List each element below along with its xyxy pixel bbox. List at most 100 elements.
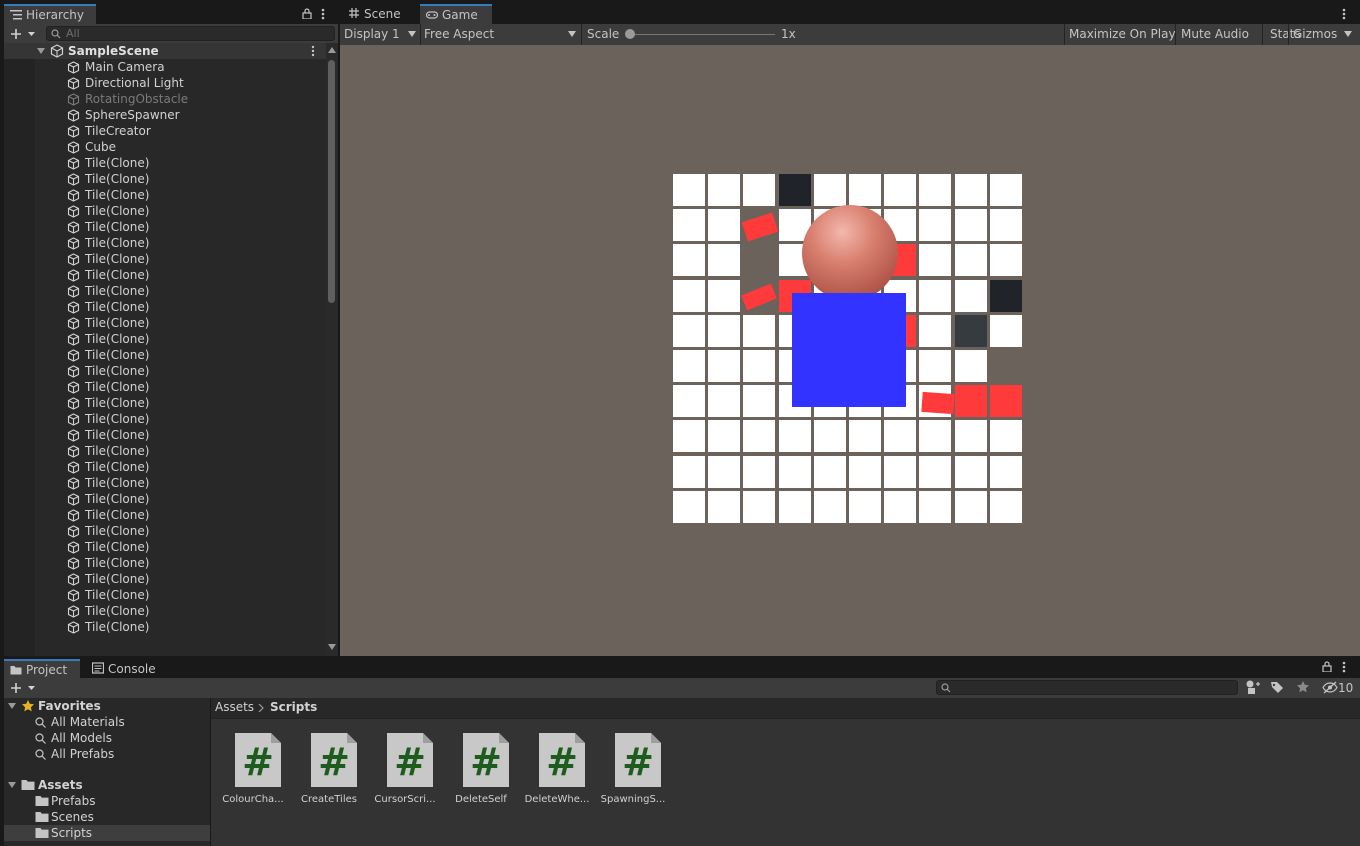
gizmos-toggle[interactable]: Gizmos xyxy=(1293,24,1337,45)
lock-icon[interactable] xyxy=(302,8,312,19)
assets-row[interactable]: Assets xyxy=(4,777,210,793)
hierarchy-item[interactable]: Tile(Clone) xyxy=(4,475,326,491)
script-asset[interactable]: # DeleteSelf xyxy=(443,732,519,812)
tab-game[interactable]: Game xyxy=(420,4,492,24)
hierarchy-item[interactable]: TileCreator xyxy=(4,123,326,139)
caret-down-icon[interactable] xyxy=(37,47,45,55)
scene-header-row[interactable]: SampleScene xyxy=(4,43,326,59)
script-asset[interactable]: # ColourCha... xyxy=(215,732,291,812)
hierarchy-item-label: TileCreator xyxy=(85,124,151,138)
hierarchy-item[interactable]: Tile(Clone) xyxy=(4,251,326,267)
hierarchy-item[interactable]: Tile(Clone) xyxy=(4,395,326,411)
hierarchy-item[interactable]: Tile(Clone) xyxy=(4,587,326,603)
hierarchy-item[interactable]: Tile(Clone) xyxy=(4,523,326,539)
script-asset[interactable]: # DeleteWhe... xyxy=(519,732,595,812)
hierarchy-item[interactable]: Tile(Clone) xyxy=(4,411,326,427)
hierarchy-item[interactable]: Tile(Clone) xyxy=(4,171,326,187)
scene-kebab-icon[interactable] xyxy=(311,45,315,57)
create-dropdown[interactable] xyxy=(10,26,40,42)
hierarchy-item[interactable]: Directional Light xyxy=(4,75,326,91)
favorites-row[interactable]: Favorites xyxy=(4,698,210,714)
folder-item-scenes[interactable]: Scenes xyxy=(4,809,210,825)
hierarchy-item[interactable]: Tile(Clone) xyxy=(4,539,326,555)
hierarchy-item[interactable]: Tile(Clone) xyxy=(4,603,326,619)
hierarchy-item[interactable]: Tile(Clone) xyxy=(4,155,326,171)
scale-label: Scale xyxy=(587,27,620,41)
floor-tile xyxy=(849,174,881,206)
hierarchy-item[interactable]: Tile(Clone) xyxy=(4,187,326,203)
hierarchy-item[interactable]: Tile(Clone) xyxy=(4,443,326,459)
caret-down-icon[interactable] xyxy=(8,781,16,789)
lock-icon[interactable] xyxy=(1322,661,1332,672)
hierarchy-item[interactable]: Tile(Clone) xyxy=(4,427,326,443)
hierarchy-item[interactable]: Tile(Clone) xyxy=(4,331,326,347)
floor-tile xyxy=(673,455,705,488)
hierarchy-item[interactable]: Tile(Clone) xyxy=(4,267,326,283)
scroll-down-icon[interactable] xyxy=(328,644,336,650)
hierarchy-item[interactable]: Tile(Clone) xyxy=(4,283,326,299)
aspect-value: Free Aspect xyxy=(424,27,495,41)
hierarchy-item[interactable]: Tile(Clone) xyxy=(4,507,326,523)
hierarchy-item[interactable]: RotatingObstacle xyxy=(4,91,326,107)
hierarchy-item[interactable]: Tile(Clone) xyxy=(4,315,326,331)
search-by-type-icon[interactable] xyxy=(1245,680,1261,695)
hierarchy-item[interactable]: Cube xyxy=(4,139,326,155)
label-tag-icon[interactable] xyxy=(1270,681,1284,694)
hierarchy-item[interactable]: Tile(Clone) xyxy=(4,491,326,507)
caret-down-icon[interactable] xyxy=(8,702,16,710)
folder-item-prefabs[interactable]: Prefabs xyxy=(4,793,210,809)
red-tile xyxy=(954,385,987,418)
script-asset-name: ColourCha... xyxy=(222,794,284,805)
hidden-packages-icon[interactable] xyxy=(1322,681,1338,694)
view-kebab-icon[interactable] xyxy=(1342,8,1346,20)
script-asset[interactable]: # SpawningS... xyxy=(595,732,671,812)
hierarchy-item[interactable]: Tile(Clone) xyxy=(4,235,326,251)
tab-hierarchy[interactable]: Hierarchy xyxy=(4,4,96,24)
script-asset[interactable]: # CreateTiles xyxy=(291,732,367,812)
hierarchy-item-label: Tile(Clone) xyxy=(85,620,150,634)
hierarchy-item[interactable]: Main Camera xyxy=(4,59,326,75)
favorite-item[interactable]: All Models xyxy=(4,730,210,746)
script-asset[interactable]: # CursorScri... xyxy=(367,732,443,812)
hierarchy-search-box[interactable]: All xyxy=(46,26,335,41)
hierarchy-item[interactable]: SphereSpawner xyxy=(4,107,326,123)
folder-item-scripts[interactable]: Scripts xyxy=(4,825,210,841)
game-viewport[interactable] xyxy=(340,45,1360,656)
maximize-on-play-toggle[interactable]: Maximize On Play xyxy=(1069,24,1176,45)
scroll-up-icon[interactable] xyxy=(328,47,336,53)
plus-dropdown-icon[interactable] xyxy=(10,680,40,696)
script-asset-name: SpawningS... xyxy=(600,794,666,805)
hierarchy-item[interactable]: Tile(Clone) xyxy=(4,203,326,219)
kebab-menu-icon[interactable] xyxy=(1342,661,1346,673)
aspect-dropdown[interactable]: Free Aspect xyxy=(424,24,578,45)
breadcrumb-current[interactable]: Scripts xyxy=(270,698,317,717)
kebab-menu-icon[interactable] xyxy=(321,8,325,20)
favorite-item[interactable]: All Prefabs xyxy=(4,746,210,762)
breadcrumb-root[interactable]: Assets xyxy=(215,698,254,717)
hierarchy-item[interactable]: Tile(Clone) xyxy=(4,347,326,363)
scale-slider-track[interactable] xyxy=(630,34,775,35)
project-search-box[interactable] xyxy=(936,680,1238,695)
hierarchy-item[interactable]: Tile(Clone) xyxy=(4,571,326,587)
star-icon xyxy=(22,700,34,712)
tab-scene[interactable]: Scene xyxy=(342,4,418,24)
hierarchy-item[interactable]: Tile(Clone) xyxy=(4,379,326,395)
hierarchy-item[interactable]: Tile(Clone) xyxy=(4,363,326,379)
floor-tile xyxy=(708,314,741,347)
mute-audio-toggle[interactable]: Mute Audio xyxy=(1181,24,1249,45)
tab-project[interactable]: Project xyxy=(4,659,80,679)
scale-slider-thumb[interactable] xyxy=(625,29,635,39)
star-icon[interactable] xyxy=(1296,680,1310,694)
hierarchy-item[interactable]: Tile(Clone) xyxy=(4,619,326,635)
hierarchy-item[interactable]: Tile(Clone) xyxy=(4,219,326,235)
hierarchy-item[interactable]: Tile(Clone) xyxy=(4,555,326,571)
hierarchy-item[interactable]: Tile(Clone) xyxy=(4,459,326,475)
favorite-item[interactable]: All Materials xyxy=(4,714,210,730)
hierarchy-scrollbar[interactable] xyxy=(326,43,338,656)
display-dropdown[interactable]: Display 1 xyxy=(344,24,418,45)
script-asset-name: CursorScri... xyxy=(374,794,436,805)
hierarchy-item[interactable]: Tile(Clone) xyxy=(4,299,326,315)
gizmos-chevron-down-icon[interactable] xyxy=(1344,31,1352,37)
tab-console[interactable]: Console xyxy=(86,659,166,679)
hierarchy-scroll-thumb[interactable] xyxy=(328,60,335,303)
